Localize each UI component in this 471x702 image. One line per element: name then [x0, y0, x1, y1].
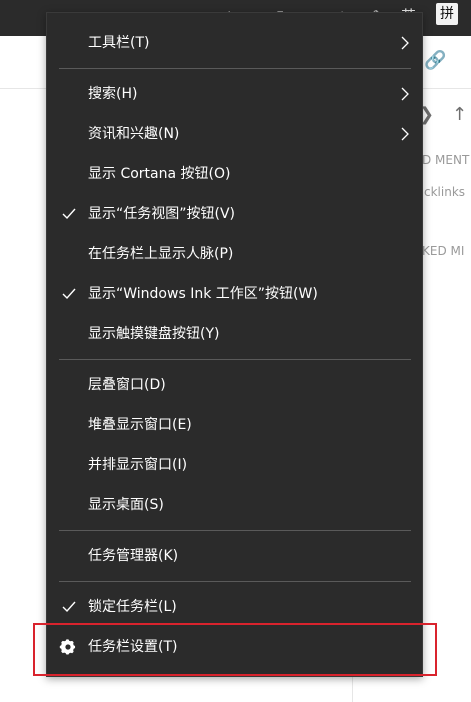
checkmark-icon: [62, 208, 76, 220]
menu-item-show-cortana[interactable]: 显示 Cortana 按钮(O): [47, 154, 422, 194]
menu-item-toolbars[interactable]: 工具栏(T): [47, 23, 422, 63]
menu-separator: [59, 68, 411, 69]
menu-item-show-touch-keyboard[interactable]: 显示触摸键盘按钮(Y): [47, 314, 422, 354]
background-label: D MENT: [422, 153, 470, 167]
background-label: cklinks: [424, 185, 466, 199]
menu-item-show-windows-ink[interactable]: 显示“Windows Ink 工作区”按钮(W): [47, 274, 422, 314]
menu-item-show-task-view[interactable]: 显示“任务视图”按钮(V): [47, 194, 422, 234]
menu-item-label: 堆叠显示窗口(E): [88, 417, 192, 433]
highlight-box: [33, 623, 437, 676]
menu-item-search[interactable]: 搜索(H): [47, 74, 422, 114]
menu-item-label: 在任务栏上显示人脉(P): [88, 246, 234, 262]
menu-item-cascade-windows[interactable]: 层叠窗口(D): [47, 365, 422, 405]
chevron-right-icon: [401, 36, 409, 50]
menu-separator: [59, 359, 411, 360]
menu-item-label: 显示“任务视图”按钮(V): [88, 206, 236, 222]
menu-item-label: 显示触摸键盘按钮(Y): [88, 326, 220, 342]
menu-item-label: 任务管理器(K): [88, 548, 179, 564]
menu-separator: [59, 530, 411, 531]
chevron-right-icon: [401, 127, 409, 141]
menu-item-label: 并排显示窗口(I): [88, 457, 188, 473]
menu-item-show-desktop[interactable]: 显示桌面(S): [47, 485, 422, 525]
menu-item-label: 搜索(H): [88, 86, 138, 102]
menu-item-task-manager[interactable]: 任务管理器(K): [47, 536, 422, 576]
menu-item-lock-taskbar[interactable]: 锁定任务栏(L): [47, 587, 422, 627]
tray-ime-indicator[interactable]: 拼: [436, 3, 458, 25]
sort-icon[interactable]: ↑: [452, 104, 467, 125]
menu-item-label: 显示 Cortana 按钮(O): [88, 166, 231, 182]
menu-item-side-by-side-windows[interactable]: 并排显示窗口(I): [47, 445, 422, 485]
menu-item-label: 显示“Windows Ink 工作区”按钮(W): [88, 286, 318, 302]
menu-item-label: 资讯和兴趣(N): [88, 126, 180, 142]
background-label: KED MI: [422, 244, 465, 258]
checkmark-icon: [62, 288, 76, 300]
menu-item-show-people[interactable]: 在任务栏上显示人脉(P): [47, 234, 422, 274]
menu-item-news-and-interests[interactable]: 资讯和兴趣(N): [47, 114, 422, 154]
chevron-right-icon: [401, 87, 409, 101]
link-icon[interactable]: 🔗: [424, 50, 446, 71]
menu-item-label: 锁定任务栏(L): [88, 599, 177, 615]
taskbar-context-menu: 工具栏(T) 搜索(H) 资讯和兴趣(N) 显示 Cortana 按钮(O) 显…: [46, 12, 423, 677]
menu-item-label: 工具栏(T): [88, 35, 150, 51]
menu-item-label: 显示桌面(S): [88, 497, 164, 513]
menu-separator: [59, 581, 411, 582]
checkmark-icon: [62, 601, 76, 613]
menu-item-label: 层叠窗口(D): [88, 377, 166, 393]
menu-item-stack-windows[interactable]: 堆叠显示窗口(E): [47, 405, 422, 445]
